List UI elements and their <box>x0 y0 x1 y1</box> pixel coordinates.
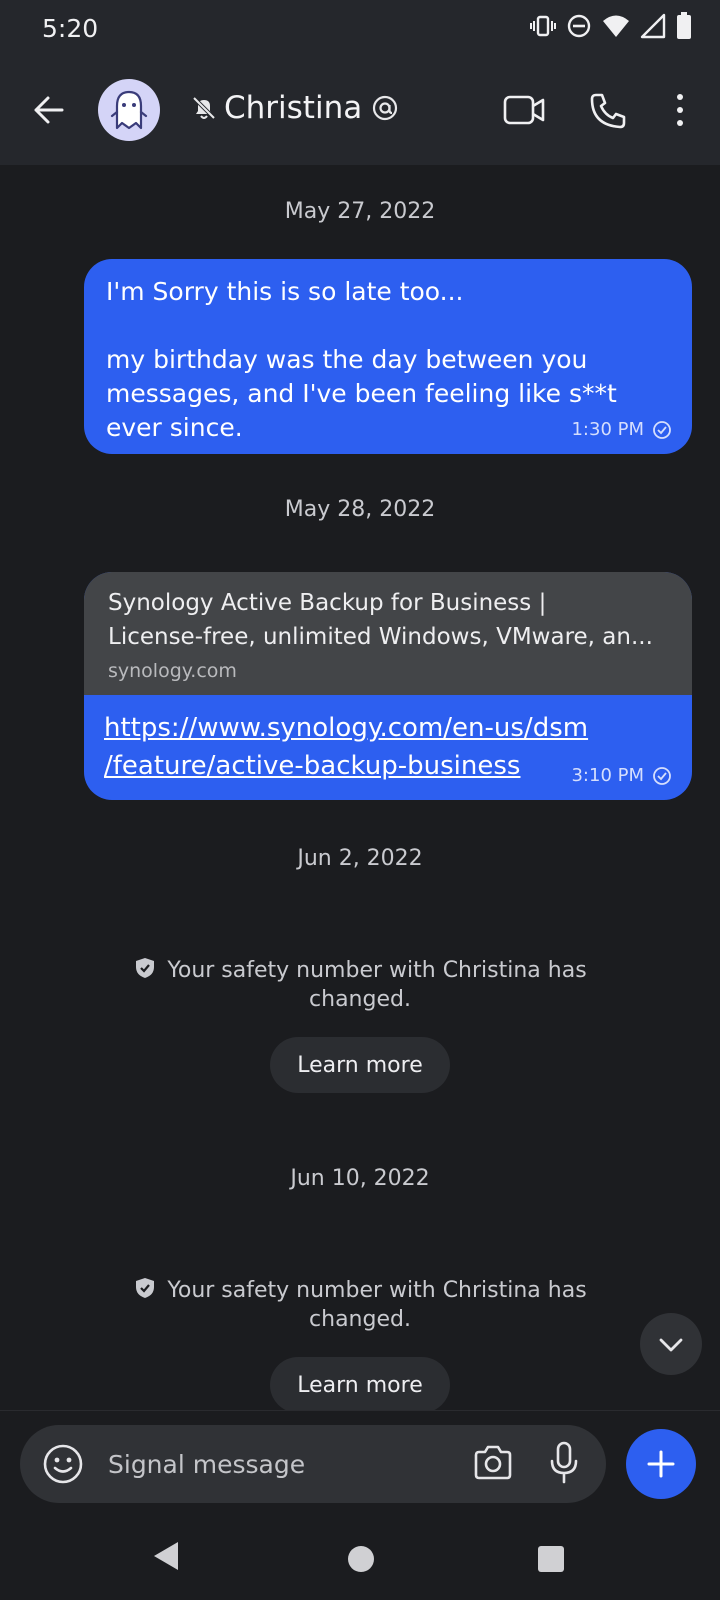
chevron-down-icon <box>659 1338 683 1352</box>
more-vert-icon[interactable] <box>668 90 692 130</box>
message-link-line: https://www.synology.com/en-us/dsm <box>104 713 589 743</box>
phone-icon[interactable] <box>588 91 628 131</box>
scroll-to-bottom-button[interactable] <box>640 1313 702 1375</box>
notice-text: changed. <box>309 1307 411 1332</box>
date-header: May 27, 2022 <box>284 199 436 224</box>
conversation-title[interactable]: Christina <box>190 90 398 126</box>
conversation-screen: 5:20 Christina May 27, 2022 I'm Sorry th… <box>0 0 720 1600</box>
message-input[interactable] <box>108 1447 438 1481</box>
notice-text: Your safety number with Christina has <box>167 1278 587 1303</box>
message-link-line: /feature/active-backup-business <box>104 751 521 781</box>
emoji-icon[interactable] <box>42 1443 84 1485</box>
link-preview-card[interactable]: Synology Active Backup for Business | Li… <box>84 572 692 695</box>
message-meta: 3:10 PM <box>571 765 672 786</box>
sent-check-icon <box>653 766 671 785</box>
date-header: Jun 10, 2022 <box>290 1166 430 1191</box>
wifi-icon <box>603 15 629 37</box>
composer <box>20 1425 606 1503</box>
back-arrow-icon[interactable] <box>28 88 72 132</box>
outgoing-message[interactable]: I'm Sorry this is so late too... my birt… <box>84 259 692 454</box>
camera-icon[interactable] <box>472 1443 514 1483</box>
message-link[interactable]: https://www.synology.com/en-us/dsm /feat… <box>104 709 588 785</box>
notice-text: changed. <box>309 987 411 1012</box>
battery-icon <box>677 12 691 39</box>
shield-check-icon <box>136 958 155 978</box>
attach-button[interactable] <box>626 1429 696 1499</box>
safety-number-notice: Your safety number with Christina has ch… <box>0 956 720 1014</box>
contact-name: Christina <box>224 90 363 126</box>
nav-home-icon[interactable] <box>348 1546 374 1572</box>
status-icons <box>530 12 692 40</box>
learn-more-button[interactable]: Learn more <box>270 1037 450 1093</box>
shield-check-icon <box>136 1278 155 1298</box>
ghost-avatar-icon <box>110 90 148 130</box>
date-header: Jun 2, 2022 <box>297 846 423 871</box>
link-preview-domain: synology.com <box>108 660 237 682</box>
nav-recents-icon[interactable] <box>538 1546 564 1572</box>
system-nav-bar <box>0 1520 720 1600</box>
outgoing-link-message[interactable]: Synology Active Backup for Business | Li… <box>84 572 692 800</box>
avatar[interactable] <box>98 79 160 141</box>
learn-more-button[interactable]: Learn more <box>270 1357 450 1413</box>
video-call-icon[interactable] <box>503 93 545 127</box>
link-preview-title: License-free, unlimited Windows, VMware,… <box>108 624 653 650</box>
message-meta: 1:30 PM <box>571 419 672 440</box>
message-time: 1:30 PM <box>571 419 644 440</box>
dnd-icon <box>567 14 591 38</box>
message-time: 3:10 PM <box>571 765 644 786</box>
date-header: May 28, 2022 <box>284 497 436 522</box>
signal-icon <box>640 13 666 39</box>
safety-number-notice: Your safety number with Christina has ch… <box>0 1276 720 1334</box>
nav-back-icon[interactable] <box>152 1540 180 1572</box>
notice-text: Your safety number with Christina has <box>167 958 587 983</box>
plus-icon <box>647 1450 675 1478</box>
vibrate-icon <box>530 15 556 37</box>
sent-check-icon <box>653 420 671 439</box>
status-time: 5:20 <box>42 14 99 43</box>
muted-bell-icon <box>192 96 216 120</box>
mention-icon <box>373 95 398 121</box>
top-bar: 5:20 Christina <box>0 0 720 165</box>
mic-icon[interactable] <box>548 1440 580 1486</box>
link-preview-title: Synology Active Backup for Business | <box>108 590 547 616</box>
